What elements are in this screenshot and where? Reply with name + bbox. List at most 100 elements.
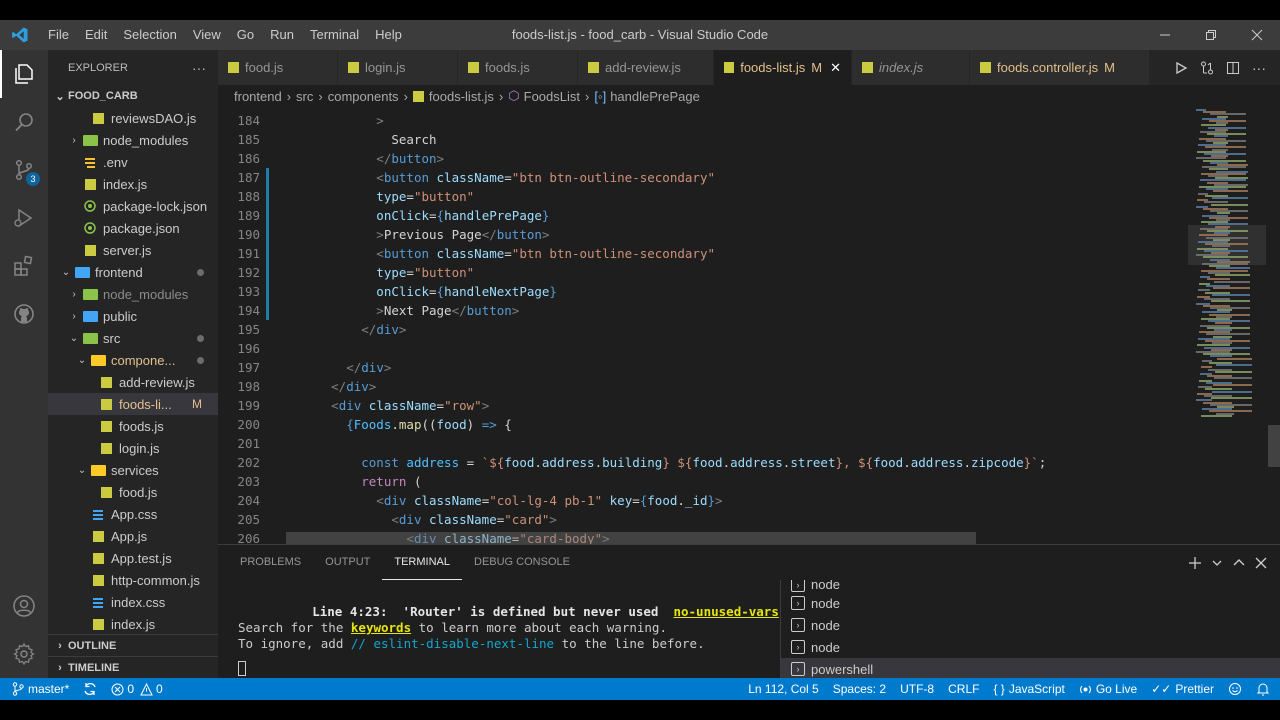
tree-item[interactable]: › node_modules xyxy=(48,283,218,305)
tree-item[interactable]: foods.js xyxy=(48,415,218,437)
close-tab-icon[interactable]: ✕ xyxy=(830,60,841,76)
account-icon[interactable] xyxy=(0,582,48,630)
tree-item[interactable]: App.css xyxy=(48,503,218,525)
sync-icon[interactable] xyxy=(76,682,104,696)
settings-gear-icon[interactable] xyxy=(0,630,48,678)
menu-file[interactable]: File xyxy=(40,20,77,50)
panel-tab-output[interactable]: OUTPUT xyxy=(313,545,382,580)
menu-run[interactable]: Run xyxy=(262,20,302,50)
terminal-session[interactable]: › node xyxy=(781,636,1280,658)
terminal-session[interactable]: › node xyxy=(781,614,1280,636)
explorer-icon[interactable] xyxy=(0,50,48,98)
close-window-icon[interactable] xyxy=(1234,20,1280,50)
outline-section[interactable]: › OUTLINE xyxy=(48,634,218,656)
tree-item[interactable]: package.json xyxy=(48,217,218,239)
chevron-right-icon: › xyxy=(72,288,76,300)
tree-item[interactable]: reviewsDAO.js xyxy=(48,107,218,129)
tab-foods-js[interactable]: foods.js xyxy=(458,50,578,85)
go-live-button[interactable]: Go Live xyxy=(1072,682,1144,696)
problems-status[interactable]: 0 0 xyxy=(104,682,169,696)
breadcrumb-item[interactable]: foods-list.js xyxy=(429,89,494,104)
menu-help[interactable]: Help xyxy=(367,20,410,50)
run-debug-icon[interactable] xyxy=(0,194,48,242)
tree-item[interactable]: ⌄ services xyxy=(48,459,218,481)
tree-item[interactable]: ⌄ frontend xyxy=(48,261,218,283)
code-token: map xyxy=(398,417,422,432)
tree-item[interactable]: App.test.js xyxy=(48,547,218,569)
tab-add-review-js[interactable]: add-review.js xyxy=(578,50,714,85)
terminal-output[interactable]: Line 4:23: 'Router' is defined but never… xyxy=(238,580,779,679)
terminal-session[interactable]: › powershell xyxy=(781,658,1280,680)
tree-item[interactable]: App.js xyxy=(48,525,218,547)
tree-item[interactable]: index.css xyxy=(48,591,218,613)
breadcrumb-item[interactable]: FoodsList xyxy=(524,89,580,104)
close-panel-icon[interactable] xyxy=(1250,557,1272,569)
tree-item[interactable]: foods-li... M xyxy=(48,393,218,415)
tree-item[interactable]: add-review.js xyxy=(48,371,218,393)
cursor-position[interactable]: Ln 112, Col 5 xyxy=(741,682,826,696)
tree-item[interactable]: › public xyxy=(48,305,218,327)
tree-item[interactable]: food.js xyxy=(48,481,218,503)
minimap[interactable] xyxy=(1188,107,1280,544)
feedback-icon[interactable] xyxy=(1221,682,1249,696)
menu-view[interactable]: View xyxy=(185,20,229,50)
tab-login-js[interactable]: login.js xyxy=(338,50,458,85)
breadcrumb-item[interactable]: components xyxy=(328,89,399,104)
line-ending[interactable]: CRLF xyxy=(941,682,986,696)
panel-tab-problems[interactable]: PROBLEMS xyxy=(228,545,313,580)
tab-index-js[interactable]: index.js xyxy=(852,50,970,85)
menu-edit[interactable]: Edit xyxy=(77,20,115,50)
indentation[interactable]: Spaces: 2 xyxy=(826,682,893,696)
terminal-session[interactable]: › node xyxy=(781,580,1280,592)
panel-tab-debug-console[interactable]: DEBUG CONSOLE xyxy=(462,545,582,580)
terminal-session[interactable]: › node xyxy=(781,592,1280,614)
vertical-scrollbar[interactable] xyxy=(1268,425,1280,467)
encoding[interactable]: UTF-8 xyxy=(893,682,941,696)
extensions-icon[interactable] xyxy=(0,242,48,290)
restore-icon[interactable] xyxy=(1188,20,1234,50)
tab-foods-controller-js[interactable]: foods.controller.js M xyxy=(970,50,1150,85)
menu-terminal[interactable]: Terminal xyxy=(302,20,367,50)
source-control-icon[interactable]: 3 xyxy=(0,146,48,194)
tree-item[interactable]: login.js xyxy=(48,437,218,459)
run-file-icon[interactable] xyxy=(1168,61,1194,75)
branch-status[interactable]: master* xyxy=(0,682,76,696)
menu-selection[interactable]: Selection xyxy=(115,20,184,50)
breadcrumb-item[interactable]: frontend xyxy=(234,89,282,104)
tree-item[interactable]: ⌄ compone... xyxy=(48,349,218,371)
chevron-down-icon[interactable] xyxy=(1206,558,1228,568)
menu-go[interactable]: Go xyxy=(229,20,262,50)
code-editor[interactable]: 184 >185 Search 186 </button> 187 <button … xyxy=(218,107,1188,544)
tab-foods-list-js[interactable]: foods-list.js M ✕ xyxy=(714,50,852,85)
split-editor-icon[interactable] xyxy=(1220,61,1246,75)
prettier-status[interactable]: ✓✓ Prettier xyxy=(1144,682,1221,696)
notifications-icon[interactable] xyxy=(1249,682,1280,696)
github-icon[interactable] xyxy=(0,290,48,338)
breadcrumb-item[interactable]: src xyxy=(296,89,313,104)
tree-item[interactable]: index.js xyxy=(48,173,218,195)
keywords-link[interactable]: keywords xyxy=(351,620,411,635)
maximize-panel-icon[interactable] xyxy=(1228,557,1250,569)
compare-changes-icon[interactable] xyxy=(1194,61,1220,75)
timeline-section[interactable]: › TIMELINE xyxy=(48,656,218,678)
panel-tab-terminal[interactable]: TERMINAL xyxy=(382,545,462,580)
tree-item[interactable]: server.js xyxy=(48,239,218,261)
tree-item[interactable]: .env xyxy=(48,151,218,173)
tree-item[interactable]: package-lock.json xyxy=(48,195,218,217)
workspace-folder[interactable]: ⌄ FOOD_CARB xyxy=(48,85,218,107)
tree-item[interactable]: index.js xyxy=(48,613,218,635)
tree-item[interactable]: ⌄ src xyxy=(48,327,218,349)
minimize-icon[interactable] xyxy=(1142,20,1188,50)
tree-item[interactable]: › node_modules xyxy=(48,129,218,151)
more-actions-icon[interactable]: ··· xyxy=(1246,60,1272,76)
tab-food-js[interactable]: food.js xyxy=(218,50,338,85)
more-actions-icon[interactable]: ··· xyxy=(192,60,206,76)
tree-item[interactable]: http-common.js xyxy=(48,569,218,591)
search-icon[interactable] xyxy=(0,98,48,146)
horizontal-scrollbar[interactable] xyxy=(286,532,976,544)
breadcrumb-item[interactable]: handlePrePage xyxy=(610,89,700,104)
language-mode[interactable]: { } JavaScript xyxy=(986,682,1071,696)
warning-rule[interactable]: no-unused-vars xyxy=(673,604,778,619)
code-text: const address = `${food.address.building… xyxy=(286,453,1046,472)
new-terminal-icon[interactable] xyxy=(1184,556,1206,570)
